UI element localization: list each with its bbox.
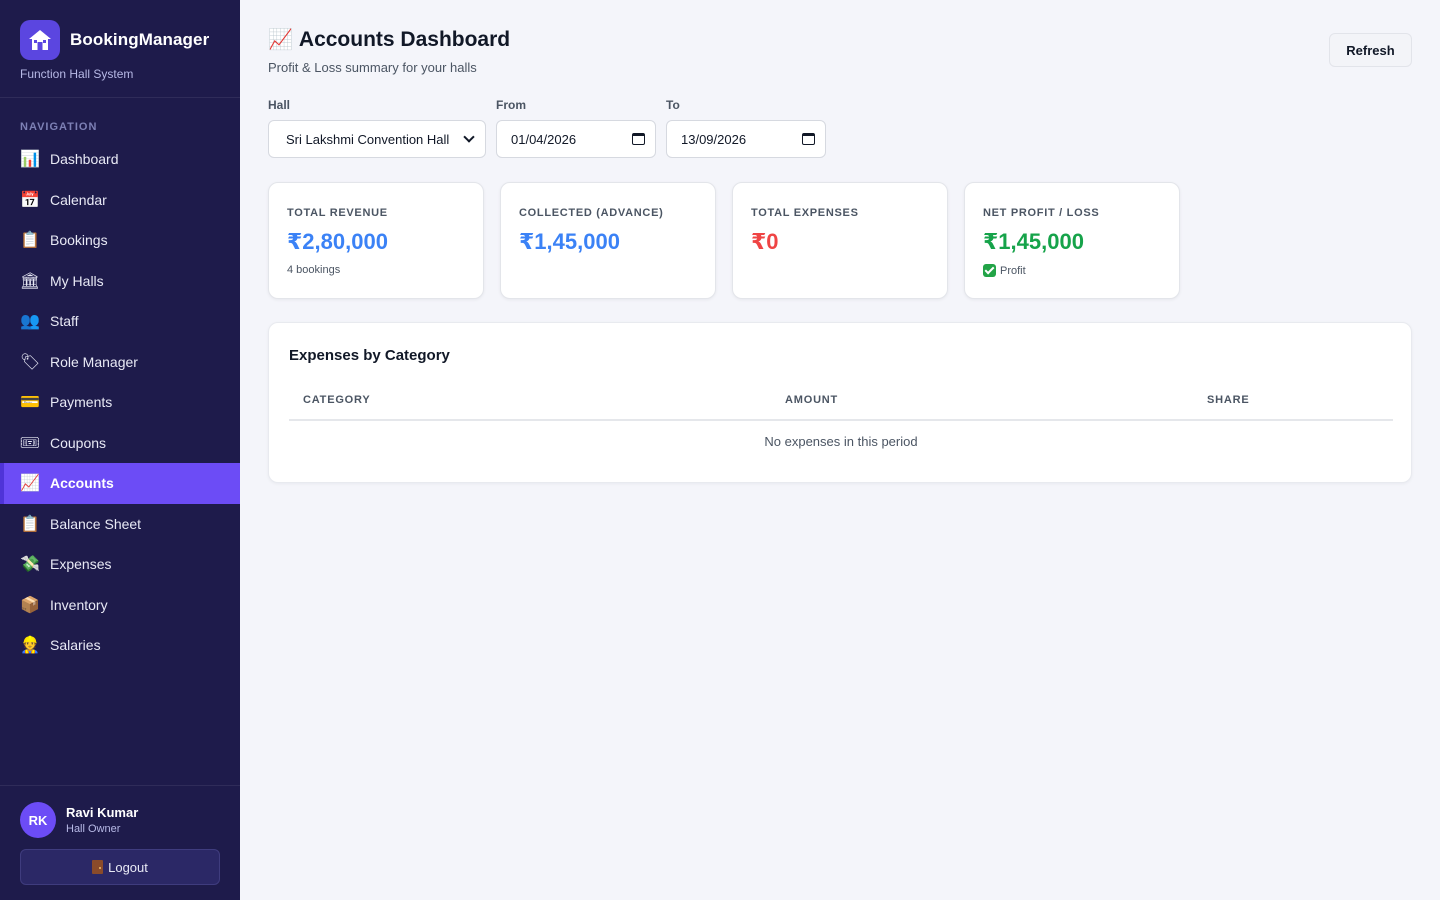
- sidebar-item-salaries[interactable]: 👷 Salaries: [0, 625, 240, 666]
- people-icon: 👥: [20, 313, 40, 331]
- trend-chart-icon: 📈: [20, 475, 40, 493]
- brand-name: BookingManager: [70, 30, 210, 49]
- total-expenses-card: TOTAL EXPENSES ₹0: [732, 182, 948, 299]
- building-icon: 🏛: [19, 272, 41, 290]
- sidebar-item-balance-sheet[interactable]: 📋 Balance Sheet: [0, 504, 240, 545]
- card-value: ₹1,45,000: [519, 229, 620, 254]
- refresh-button[interactable]: Refresh: [1329, 33, 1412, 67]
- sidebar-nav: 📊 Dashboard 📅 Calendar 📋 Bookings 🏛 My Halls 👥 St…: [0, 139, 240, 666]
- from-date-value: 01/04/2026: [511, 131, 577, 147]
- house-logo-icon: [20, 20, 60, 60]
- money-wings-icon: 💸: [20, 556, 40, 574]
- profit-status: Profit: [983, 264, 1026, 277]
- brand: BookingManager Function Hall System: [0, 0, 240, 98]
- sidebar-item-role-manager[interactable]: 🏷 Role Manager: [0, 342, 240, 383]
- sidebar-item-label: Bookings: [50, 232, 108, 249]
- card-value: ₹1,45,000: [983, 229, 1084, 254]
- sidebar-item-label: Balance Sheet: [50, 515, 142, 532]
- clipboard-icon: 📋: [20, 232, 40, 250]
- credit-card-icon: 💳: [20, 394, 40, 412]
- trend-chart-icon: 📈: [268, 29, 293, 51]
- card-value: ₹0: [751, 229, 779, 254]
- total-revenue-card: TOTAL REVENUE ₹2,80,000 4 bookings: [268, 182, 484, 299]
- hall-label: Hall: [268, 98, 291, 112]
- package-icon: 📦: [20, 596, 40, 614]
- user-name: Ravi Kumar: [66, 805, 139, 820]
- sidebar: BookingManager Function Hall System NAVI…: [0, 0, 240, 900]
- clipboard-icon: 📋: [20, 515, 40, 533]
- user-panel: RK Ravi Kumar Hall Owner Logout: [0, 785, 240, 900]
- sidebar-item-label: My Halls: [50, 272, 104, 289]
- card-value: ₹2,80,000: [287, 229, 388, 254]
- sidebar-item-label: Role Manager: [50, 353, 138, 370]
- calendar-picker-icon[interactable]: [802, 133, 815, 145]
- user-role: Hall Owner: [66, 823, 121, 835]
- column-header-category: CATEGORY: [303, 394, 371, 406]
- calendar-picker-icon[interactable]: [632, 133, 645, 145]
- page-subtitle: Profit & Loss summary for your halls: [268, 60, 477, 75]
- calendar-icon: 📅: [20, 191, 40, 209]
- logout-button[interactable]: Logout: [20, 849, 220, 885]
- sidebar-item-staff[interactable]: 👥 Staff: [0, 301, 240, 342]
- column-header-share: SHARE: [1207, 394, 1250, 406]
- sidebar-item-calendar[interactable]: 📅 Calendar: [0, 180, 240, 221]
- avatar: RK: [20, 802, 56, 838]
- sidebar-item-label: Accounts: [50, 475, 114, 492]
- from-date-input[interactable]: 01/04/2026: [496, 120, 656, 158]
- card-label: NET PROFIT / LOSS: [983, 207, 1100, 219]
- door-icon: [92, 860, 104, 874]
- check-icon: [983, 264, 996, 277]
- to-date-value: 13/09/2026: [681, 131, 747, 147]
- card-label: COLLECTED (ADVANCE): [519, 207, 664, 219]
- sidebar-item-label: Expenses: [50, 556, 112, 573]
- sidebar-item-expenses[interactable]: 💸 Expenses: [0, 544, 240, 585]
- from-label: From: [496, 98, 526, 112]
- logout-label: Logout: [108, 859, 148, 875]
- to-date-input[interactable]: 13/09/2026: [666, 120, 826, 158]
- collected-advance-card: COLLECTED (ADVANCE) ₹1,45,000: [500, 182, 716, 299]
- sidebar-item-label: Salaries: [50, 637, 101, 654]
- sidebar-item-bookings[interactable]: 📋 Bookings: [0, 220, 240, 261]
- column-header-amount: AMOUNT: [785, 394, 839, 406]
- tag-icon: 🏷: [19, 353, 41, 371]
- bar-chart-icon: 📊: [20, 151, 40, 169]
- sidebar-item-inventory[interactable]: 📦 Inventory: [0, 585, 240, 626]
- main-content: 📈 Accounts Dashboard Profit & Loss summa…: [240, 0, 1440, 900]
- sidebar-item-accounts[interactable]: 📈 Accounts: [0, 463, 240, 504]
- expenses-by-category-panel: Expenses by Category CATEGORY AMOUNT SHA…: [268, 322, 1412, 483]
- to-label: To: [666, 98, 680, 112]
- brand-subtitle: Function Hall System: [20, 67, 134, 81]
- empty-state-text: No expenses in this period: [764, 434, 918, 449]
- page-title-text: Accounts Dashboard: [298, 27, 511, 51]
- page-title: 📈 Accounts Dashboard: [268, 27, 510, 52]
- nav-heading: NAVIGATION: [20, 121, 98, 133]
- table-header: CATEGORY AMOUNT SHARE: [289, 391, 1393, 421]
- chevron-down-icon: [463, 131, 475, 143]
- sidebar-item-label: Dashboard: [50, 151, 119, 168]
- hall-select[interactable]: Sri Lakshmi Convention Hall: [268, 120, 486, 158]
- hall-select-value: Sri Lakshmi Convention Hall: [286, 131, 450, 147]
- net-profit-card: NET PROFIT / LOSS ₹1,45,000 Profit: [964, 182, 1180, 299]
- sidebar-item-label: Payments: [50, 394, 113, 411]
- sidebar-item-label: Staff: [50, 313, 79, 330]
- card-note: 4 bookings: [287, 264, 341, 276]
- profit-status-label: Profit: [1000, 264, 1026, 277]
- worker-icon: 👷: [20, 637, 40, 655]
- sidebar-item-dashboard[interactable]: 📊 Dashboard: [0, 139, 240, 180]
- sidebar-item-my-halls[interactable]: 🏛 My Halls: [0, 261, 240, 302]
- panel-title: Expenses by Category: [289, 347, 450, 364]
- sidebar-item-payments[interactable]: 💳 Payments: [0, 382, 240, 423]
- card-label: TOTAL EXPENSES: [751, 207, 859, 219]
- sidebar-item-label: Calendar: [50, 191, 107, 208]
- card-label: TOTAL REVENUE: [287, 207, 388, 219]
- ticket-icon: 🎟: [19, 434, 41, 452]
- sidebar-item-label: Inventory: [50, 596, 108, 613]
- sidebar-item-coupons[interactable]: 🎟 Coupons: [0, 423, 240, 464]
- sidebar-item-label: Coupons: [50, 434, 107, 451]
